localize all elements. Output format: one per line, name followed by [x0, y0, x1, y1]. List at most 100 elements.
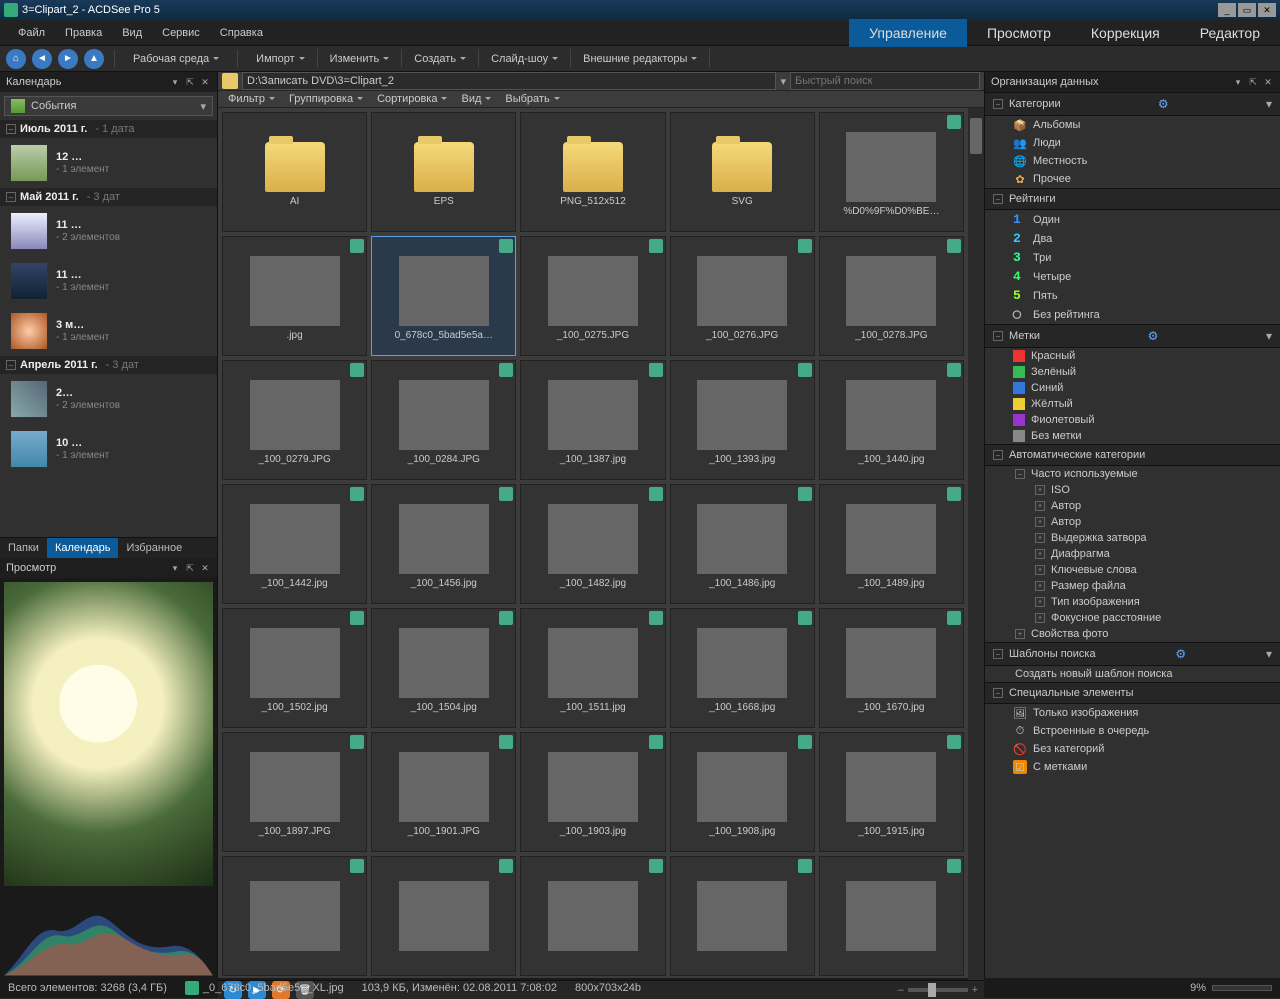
up-icon[interactable]: ▲	[84, 49, 104, 69]
close-icon[interactable]: ✕	[199, 76, 211, 88]
filter-menu[interactable]: Выбрать	[499, 91, 565, 107]
month-header[interactable]: –Июль 2011 г.- 1 дата	[0, 120, 217, 138]
section-header[interactable]: –Метки⚙▾	[985, 324, 1280, 348]
color-label-item[interactable]: Фиолетовый	[985, 412, 1280, 428]
image-thumb[interactable]: _100_1486.jpg	[670, 484, 815, 604]
color-label-item[interactable]: Синий	[985, 380, 1280, 396]
special-item[interactable]: 🚫Без категорий	[985, 740, 1280, 758]
section-header[interactable]: –Автоматические категории	[985, 444, 1280, 466]
section-header[interactable]: –Рейтинги	[985, 188, 1280, 210]
section-header[interactable]: –Категории⚙▾	[985, 92, 1280, 116]
mode-tab[interactable]: Коррекция	[1071, 19, 1180, 47]
image-thumb[interactable]: _100_1489.jpg	[819, 484, 964, 604]
image-thumb[interactable]: _100_1456.jpg	[371, 484, 516, 604]
close-button[interactable]: ✕	[1258, 3, 1276, 17]
tree-node[interactable]: +Тип изображения	[985, 594, 1280, 610]
image-thumb[interactable]: _100_1482.jpg	[520, 484, 665, 604]
chevron-down-icon[interactable]: ▾	[1232, 76, 1244, 88]
color-label-item[interactable]: Зелёный	[985, 364, 1280, 380]
chevron-down-icon[interactable]: ▾	[1266, 647, 1272, 661]
tree-node[interactable]: +Размер файла	[985, 578, 1280, 594]
vertical-scrollbar[interactable]	[968, 108, 984, 980]
tree-node[interactable]: +ISO	[985, 482, 1280, 498]
image-thumb[interactable]: 0_678c0_5bad5e5a…	[371, 236, 516, 356]
tree-node[interactable]: +Автор	[985, 498, 1280, 514]
image-thumb[interactable]	[222, 856, 367, 976]
mode-tab[interactable]: Редактор	[1180, 19, 1280, 47]
rating-item[interactable]: 5Пять	[985, 286, 1280, 305]
tab-calendar[interactable]: Календарь	[47, 538, 119, 558]
gear-icon[interactable]: ⚙	[1158, 97, 1169, 111]
calendar-item[interactable]: 11 …- 2 элементов	[0, 206, 217, 256]
image-thumb[interactable]: .jpg	[222, 236, 367, 356]
tree-node[interactable]: –Часто используемые	[985, 466, 1280, 482]
tab-folders[interactable]: Папки	[0, 538, 47, 558]
calendar-item[interactable]: 10 …- 1 элемент	[0, 424, 217, 474]
category-item[interactable]: 🌐Местность	[985, 152, 1280, 170]
special-item[interactable]: ☑С метками	[985, 758, 1280, 776]
chevron-down-icon[interactable]: ▾	[169, 76, 181, 88]
thumbnail-zoom[interactable]: – +	[897, 984, 978, 996]
tree-node[interactable]: +Автор	[985, 514, 1280, 530]
image-thumb[interactable]: _100_1504.jpg	[371, 608, 516, 728]
workspace-menu[interactable]: Рабочая среда	[125, 49, 227, 69]
image-thumb[interactable]: _100_1915.jpg	[819, 732, 964, 852]
quick-search-input[interactable]	[790, 72, 980, 90]
chevron-down-icon[interactable]: ▾	[1266, 329, 1272, 343]
category-item[interactable]: 📦Альбомы	[985, 116, 1280, 134]
tree-node[interactable]: +Диафрагма	[985, 546, 1280, 562]
image-thumb[interactable]: _100_1442.jpg	[222, 484, 367, 604]
pin-icon[interactable]: ⇱	[1247, 76, 1259, 88]
toolbar-menu[interactable]: Внешние редакторы	[575, 49, 705, 69]
pin-icon[interactable]: ⇱	[184, 562, 196, 574]
gear-icon[interactable]: ⚙	[1148, 329, 1159, 343]
chevron-down-icon[interactable]: ▾	[780, 75, 786, 88]
image-thumb[interactable]: _100_1387.jpg	[520, 360, 665, 480]
toolbar-menu[interactable]: Создать	[406, 49, 474, 69]
forward-icon[interactable]: ►	[58, 49, 78, 69]
rating-item[interactable]: 4Четыре	[985, 267, 1280, 286]
filter-menu[interactable]: Фильтр	[222, 91, 281, 107]
back-icon[interactable]: ◄	[32, 49, 52, 69]
rating-item[interactable]: 1Один	[985, 210, 1280, 229]
image-thumb[interactable]: _100_1908.jpg	[670, 732, 815, 852]
image-thumb[interactable]: _100_1897.JPG	[222, 732, 367, 852]
pin-icon[interactable]: ⇱	[184, 76, 196, 88]
menu-правка[interactable]: Правка	[55, 22, 112, 44]
menu-файл[interactable]: Файл	[8, 22, 55, 44]
folder-thumb[interactable]: EPS	[371, 112, 516, 232]
menu-вид[interactable]: Вид	[112, 22, 152, 44]
special-item[interactable]: 🖼Только изображения	[985, 704, 1280, 722]
path-input[interactable]	[242, 72, 776, 90]
calendar-item[interactable]: 3 м…- 1 элемент	[0, 306, 217, 356]
tree-node[interactable]: +Ключевые слова	[985, 562, 1280, 578]
folder-thumb[interactable]: AI	[222, 112, 367, 232]
rating-none[interactable]: ◯Без рейтинга	[985, 305, 1280, 324]
image-thumb[interactable]: _100_0278.JPG	[819, 236, 964, 356]
tree-node[interactable]: +Свойства фото	[985, 626, 1280, 642]
toolbar-menu[interactable]: Изменить	[322, 49, 398, 69]
maximize-button[interactable]: ▭	[1238, 3, 1256, 17]
color-label-item[interactable]: Жёлтый	[985, 396, 1280, 412]
menu-справка[interactable]: Справка	[210, 22, 273, 44]
category-item[interactable]: ✿Прочее	[985, 170, 1280, 188]
calendar-item[interactable]: 2…- 2 элементов	[0, 374, 217, 424]
special-item[interactable]: ⏱Встроенные в очередь	[985, 722, 1280, 740]
image-thumb[interactable]: _100_1393.jpg	[670, 360, 815, 480]
calendar-item[interactable]: 11 …- 1 элемент	[0, 256, 217, 306]
color-label-item[interactable]: Красный	[985, 348, 1280, 364]
month-header[interactable]: –Май 2011 г.- 3 дат	[0, 188, 217, 206]
image-thumb[interactable]: _100_0276.JPG	[670, 236, 815, 356]
toolbar-menu[interactable]: Импорт	[248, 49, 312, 69]
label-none[interactable]: Без метки	[985, 428, 1280, 444]
mode-tab[interactable]: Управление	[849, 19, 967, 47]
category-item[interactable]: 👥Люди	[985, 134, 1280, 152]
image-thumb[interactable]: _100_1440.jpg	[819, 360, 964, 480]
create-template-link[interactable]: Создать новый шаблон поиска	[985, 666, 1280, 682]
minimize-button[interactable]: _	[1218, 3, 1236, 17]
folder-thumb[interactable]: SVG	[670, 112, 815, 232]
image-thumb[interactable]: _100_1502.jpg	[222, 608, 367, 728]
gear-icon[interactable]: ⚙	[1175, 647, 1186, 661]
mode-tab[interactable]: Просмотр	[967, 19, 1071, 47]
menu-сервис[interactable]: Сервис	[152, 22, 210, 44]
